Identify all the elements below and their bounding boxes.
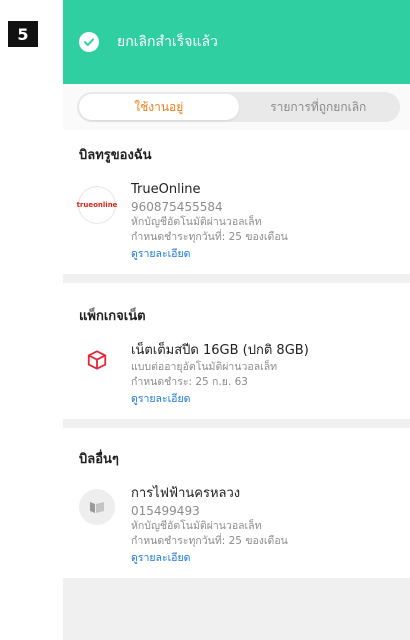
view-details-link[interactable]: ดูรายละเอียด: [131, 246, 288, 262]
tab-bar: ใช้งานอยู่ รายการที่ถูกยกเลิก: [63, 84, 410, 130]
section-title: บิลอื่นๆ: [79, 452, 119, 467]
payment-method: หักบัญชีอัตโนมัติผ่านวอลเล็ท: [131, 520, 262, 532]
view-details-link[interactable]: ดูรายละเอียด: [131, 550, 288, 566]
payment-method: หักบัญชีอัตโนมัติผ่านวอลเล็ท: [131, 216, 262, 228]
success-toast: ยกเลิกสำเร็จแล้ว: [63, 0, 410, 84]
trueonline-logo-text: trueonline: [76, 201, 118, 209]
bill-name: TrueOnline: [131, 182, 201, 197]
trueonline-logo-icon: trueonline: [76, 187, 118, 223]
package-item[interactable]: เน็ตเต็มสปีด 16GB (ปกติ 8GB) แบบต่ออายุอ…: [79, 342, 396, 407]
bill-item-mea[interactable]: การไฟฟ้านครหลวง 015499493 หักบัญชีอัตโนม…: [79, 485, 396, 566]
bill-item-details: TrueOnline 960875455584 หักบัญชีอัตโนมัต…: [131, 181, 288, 262]
view-details-link[interactable]: ดูรายละเอียด: [131, 391, 309, 407]
app-screen: ยกเลิกสำเร็จแล้ว ใช้งานอยู่ รายการที่ถูก…: [63, 0, 410, 640]
bill-number: 960875455584: [131, 200, 223, 214]
tab-cancelled[interactable]: รายการที่ถูกยกเลิก: [239, 94, 399, 120]
other-bills-section: บิลอื่นๆ การไฟฟ้านครหลวง 015499493 หักบั…: [63, 428, 410, 578]
bill-name: การไฟฟ้านครหลวง: [131, 486, 241, 501]
section-title: แพ็กเกจเน็ต: [79, 309, 146, 324]
tab-active[interactable]: ใช้งานอยู่: [79, 94, 239, 120]
check-circle-icon: [79, 32, 99, 52]
package-name: เน็ตเต็มสปีด 16GB (ปกติ 8GB): [131, 343, 309, 358]
section-title: บิลทรูของฉัน: [79, 148, 152, 163]
bill-number: 015499493: [131, 504, 200, 518]
tab-group: ใช้งานอยู่ รายการที่ถูกยกเลิก: [77, 92, 400, 122]
package-details: เน็ตเต็มสปีด 16GB (ปกติ 8GB) แบบต่ออายุอ…: [131, 342, 309, 407]
toast-message: ยกเลิกสำเร็จแล้ว: [117, 34, 218, 50]
electricity-authority-logo-icon: [79, 489, 115, 525]
net-package-section: แพ็กเกจเน็ต เน็ตเต็มสปีด 16GB (ปกติ 8GB)…: [63, 283, 410, 419]
bill-item-details: การไฟฟ้านครหลวง 015499493 หักบัญชีอัตโนม…: [131, 485, 288, 566]
due-date: กำหนดชำระทุกวันที่: 25 ของเดือน: [131, 231, 288, 243]
renewal-method: แบบต่ออายุอัตโนมัติผ่านวอลเล็ท: [131, 361, 278, 373]
my-true-bills-section: บิลทรูของฉัน trueonline TrueOnline 96087…: [63, 130, 410, 274]
package-box-icon: [79, 342, 115, 378]
due-date: กำหนดชำระทุกวันที่: 25 ของเดือน: [131, 535, 288, 547]
bill-item-trueonline[interactable]: trueonline TrueOnline 960875455584 หักบั…: [76, 181, 396, 262]
due-date: กำหนดชำระ: 25 ก.ย. 63: [131, 376, 248, 388]
step-number-badge: 5: [8, 21, 38, 47]
